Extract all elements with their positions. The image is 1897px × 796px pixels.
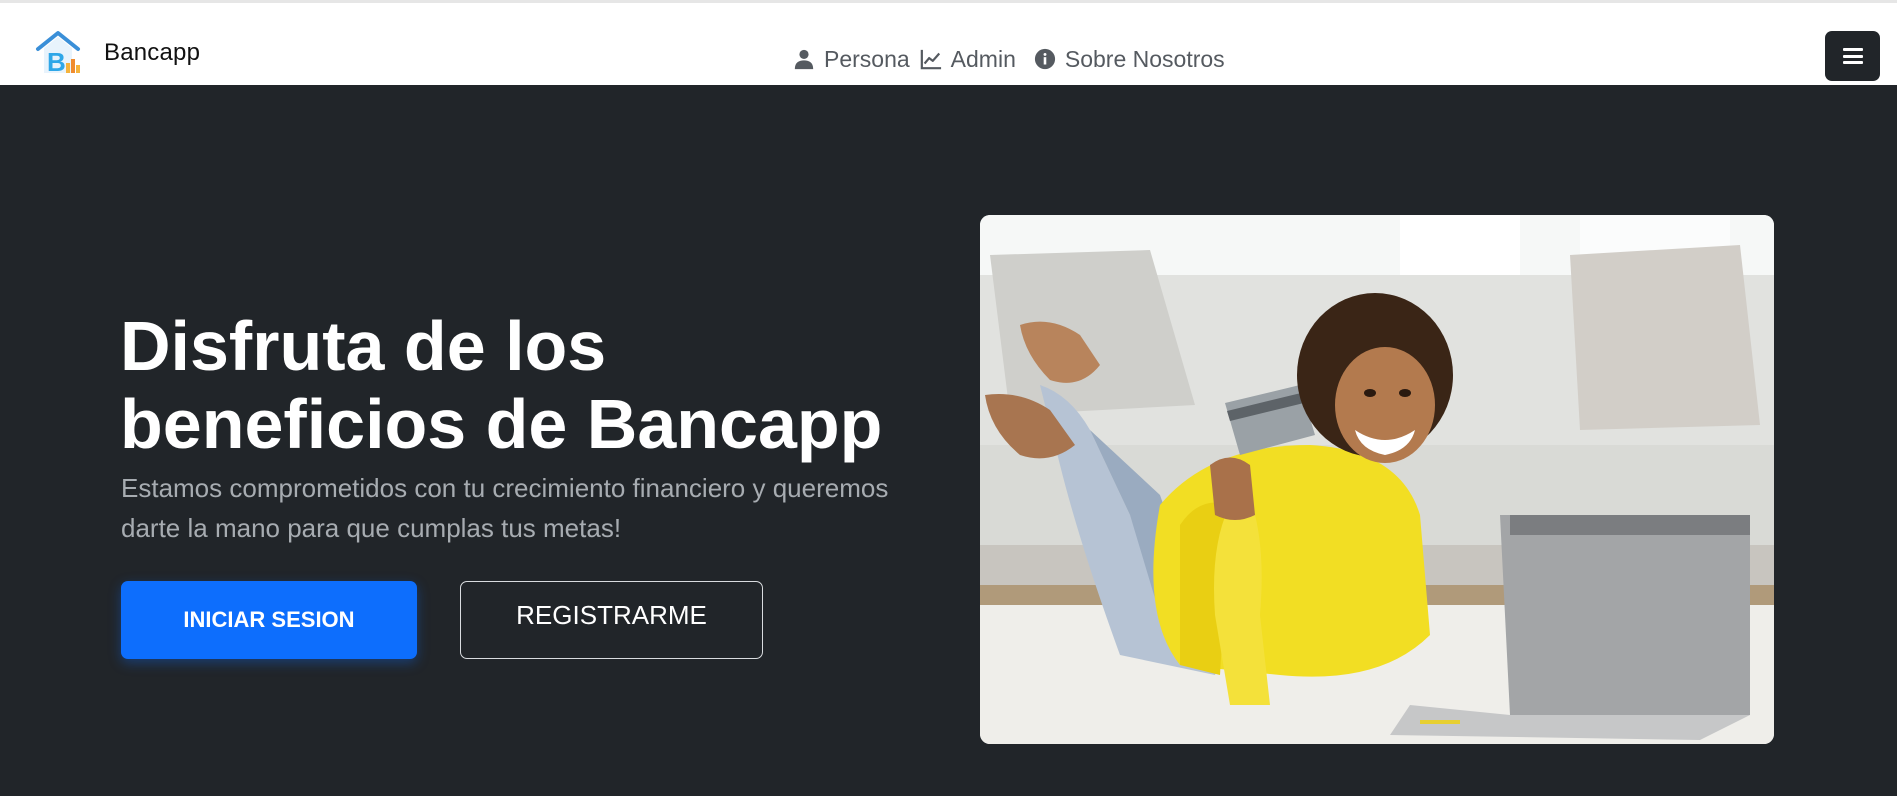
user-icon [794, 49, 814, 70]
navbar: B Bancapp Persona Admin Sobre Nosotros [0, 3, 1897, 85]
hero-image [980, 215, 1774, 744]
nav-item-sobre-nosotros[interactable]: Sobre Nosotros [1034, 46, 1225, 73]
nav-item-label: Persona [824, 45, 910, 72]
nav-item-label: Admin [950, 45, 1016, 72]
house-logo-icon: B [36, 31, 80, 77]
hero-title: Disfruta de los beneficios de Bancapp [120, 307, 883, 463]
brand-link[interactable]: B Bancapp [34, 29, 200, 77]
nav-item-label: Sobre Nosotros [1064, 45, 1225, 72]
svg-text:B: B [47, 47, 66, 77]
hamburger-menu-icon [1842, 48, 1863, 64]
nav-links: Persona Admin Sobre Nosotros [793, 41, 1235, 77]
hero-subtitle: Estamos comprometidos con tu crecimiento… [121, 473, 889, 543]
nav-item-persona[interactable]: Persona [793, 46, 910, 73]
hero-photo-illustration [980, 215, 1774, 744]
nav-item-admin[interactable]: Admin [920, 46, 1016, 73]
register-button[interactable]: REGISTRARME [460, 581, 763, 659]
hero-section: Disfruta de los beneficios de Bancapp Es… [0, 85, 1897, 796]
info-circle-icon [1034, 48, 1055, 70]
brand-name: Bancapp [104, 39, 201, 66]
navbar-toggler-button[interactable] [1825, 31, 1880, 81]
login-button[interactable]: INICIAR SESION [121, 581, 417, 659]
chart-line-icon [920, 49, 941, 70]
